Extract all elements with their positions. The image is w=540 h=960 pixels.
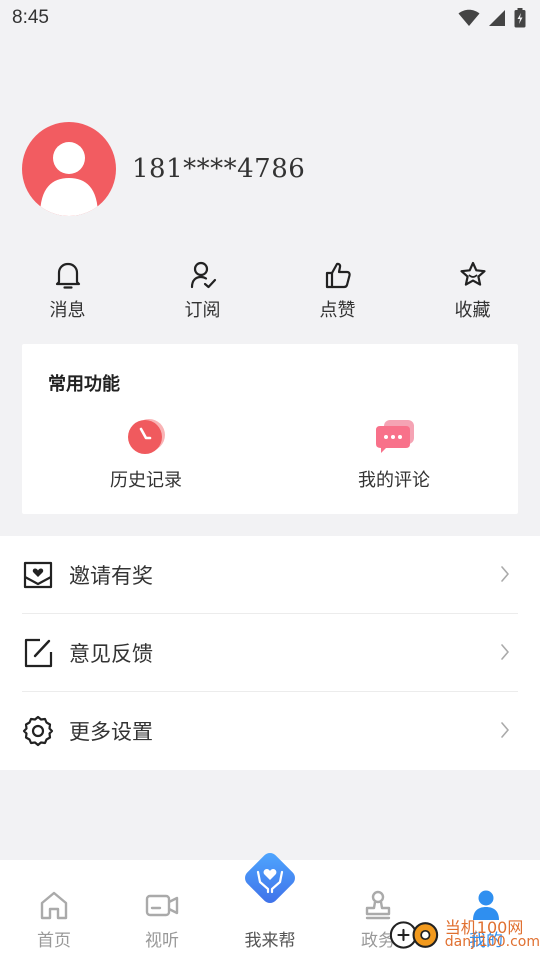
help-hands-icon	[238, 846, 302, 910]
tab-label: 首页	[37, 931, 71, 951]
my-comments-label: 我的评论	[358, 470, 430, 491]
avatar[interactable]	[22, 122, 116, 216]
gift-envelope-icon	[22, 559, 54, 591]
bell-icon	[53, 260, 83, 290]
signal-icon	[489, 10, 505, 26]
common-functions-card: 常用功能 历史记录 我的评论	[22, 344, 518, 514]
tab-label: 视听	[145, 931, 179, 951]
quick-action-label: 收藏	[454, 300, 491, 321]
history-icon	[124, 416, 168, 456]
battery-icon	[514, 8, 526, 28]
menu-item-label: 邀请有奖	[69, 563, 153, 588]
status-bar: 8:45	[0, 0, 540, 36]
tab-home[interactable]: 首页	[0, 860, 108, 960]
video-icon	[145, 888, 179, 922]
menu-item-settings[interactable]: 更多设置	[22, 692, 518, 770]
watermark-logo-icon	[390, 921, 439, 949]
chevron-right-icon	[500, 565, 510, 587]
tab-video[interactable]: 视听	[108, 860, 216, 960]
watermark-line1: 当机100网	[444, 918, 524, 937]
wifi-icon	[458, 9, 480, 26]
menu-item-label: 意见反馈	[69, 641, 153, 666]
quick-action-likes[interactable]: 点赞	[270, 260, 405, 330]
status-icons	[458, 8, 526, 28]
menu-item-invite[interactable]: 邀请有奖	[22, 536, 518, 614]
tab-help[interactable]: 我来帮	[216, 853, 324, 960]
quick-action-messages[interactable]: 消息	[0, 260, 135, 330]
watermark-line2: danji100.com	[444, 934, 540, 950]
star-icon	[458, 260, 488, 290]
tab-label: 我来帮	[244, 931, 296, 951]
chevron-right-icon	[500, 643, 510, 665]
menu-item-feedback[interactable]: 意见反馈	[22, 614, 518, 692]
watermark: 当机100网 danji100.com	[390, 912, 540, 958]
quick-action-label: 消息	[49, 300, 86, 321]
default-avatar-icon	[40, 142, 98, 216]
thumbs-up-icon	[323, 260, 353, 290]
profile-header[interactable]: 181****4786	[22, 122, 305, 216]
comment-icon	[372, 416, 416, 456]
common-functions-items: 历史记录 我的评论	[22, 416, 518, 492]
chevron-right-icon	[500, 721, 510, 743]
quick-action-label: 点赞	[319, 300, 356, 321]
user-check-icon	[188, 260, 218, 290]
user-phone: 181****4786	[132, 154, 306, 184]
status-time: 8:45	[12, 7, 49, 28]
history-label: 历史记录	[110, 470, 182, 491]
edit-icon	[22, 637, 54, 669]
common-functions-title: 常用功能	[48, 374, 120, 395]
home-icon	[37, 888, 71, 922]
my-comments-button[interactable]: 我的评论	[270, 416, 518, 492]
history-button[interactable]: 历史记录	[22, 416, 270, 492]
quick-actions: 消息 订阅 点赞 收藏	[0, 260, 540, 330]
settings-icon	[22, 715, 54, 747]
watermark-text: 当机100网 danji100.com	[439, 920, 540, 950]
settings-menu: 邀请有奖 意见反馈 更多设置	[0, 536, 540, 770]
quick-action-label: 订阅	[184, 300, 221, 321]
quick-action-favorites[interactable]: 收藏	[405, 260, 540, 330]
quick-action-subscriptions[interactable]: 订阅	[135, 260, 270, 330]
menu-item-label: 更多设置	[69, 720, 153, 744]
